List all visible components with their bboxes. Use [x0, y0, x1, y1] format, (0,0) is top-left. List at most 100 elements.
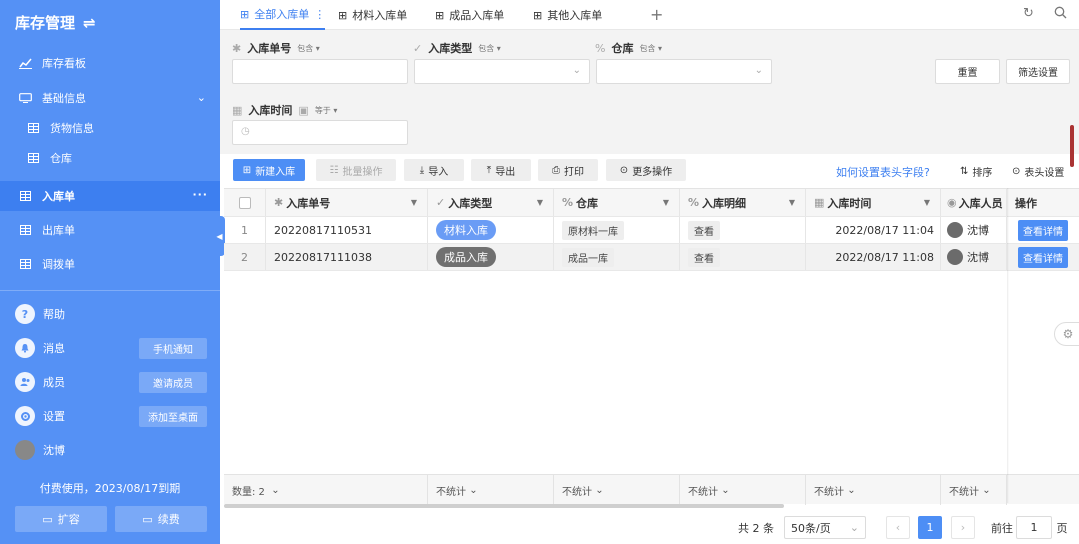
caret-down-icon[interactable]: ▼ — [924, 198, 930, 207]
add-tab-icon[interactable]: + — [650, 5, 663, 24]
current-page[interactable]: 1 — [918, 516, 942, 539]
sidebar-item-label: 调拨单 — [42, 258, 75, 271]
sidebar-help[interactable]: ? 帮助 — [0, 299, 220, 329]
filter-settings-button[interactable]: 筛选设置 — [1006, 59, 1070, 84]
sidebar-item-warehouse[interactable]: 仓库 — [0, 143, 220, 173]
sidebar-members[interactable]: 成员 邀请成员 — [0, 367, 220, 397]
sidebar-item-label: 入库单 — [42, 190, 75, 203]
checkbox[interactable] — [238, 196, 251, 209]
reset-button[interactable]: 重置 — [935, 59, 1000, 84]
chevron-down-icon: ⌄ — [849, 521, 859, 534]
cell-warehouse[interactable]: 成品一库 — [554, 244, 680, 270]
sort-button[interactable]: ⇅ 排序 — [960, 164, 992, 179]
caret-down-icon[interactable]: ▼ — [789, 198, 795, 207]
col-header-warehouse[interactable]: % 仓库 ▼ — [554, 189, 680, 216]
view-details-button[interactable]: 查看详情 — [1018, 246, 1068, 268]
cell-order-no[interactable]: 20220817110531 — [266, 217, 428, 243]
cell-detail[interactable]: 查看 — [680, 244, 806, 270]
col-header-label: 仓库 — [576, 196, 599, 210]
horizontal-scrollbar[interactable] — [224, 504, 784, 508]
export-button[interactable]: ⤒ 导出 — [471, 159, 531, 181]
col-header-detail[interactable]: % 入库明细 ▼ — [680, 189, 806, 216]
renew-button[interactable]: ▭ 续费 — [115, 506, 207, 532]
search-icon[interactable] — [1054, 6, 1067, 23]
add-to-desktop-button[interactable]: 添加至桌面 — [139, 406, 207, 427]
sidebar-item-goods[interactable]: 货物信息 — [0, 113, 220, 143]
tab-material-inbound[interactable]: ⊞ 材料入库单 — [338, 0, 407, 30]
select-all-checkbox[interactable] — [224, 189, 266, 216]
filter-warehouse-select[interactable]: ⌄ — [596, 59, 772, 84]
filter-op-select[interactable]: 包含 ▾ — [478, 43, 501, 54]
batch-operation-button[interactable]: ☷ 批量操作 — [316, 159, 396, 181]
filter-type-select[interactable]: ⌄ — [414, 59, 590, 84]
sidebar-messages[interactable]: 消息 手机通知 — [0, 333, 220, 363]
table-row[interactable]: 1 20220817110531 材料入库 原材料一库 查看 2022/08/1… — [224, 217, 1079, 244]
switch-icon[interactable]: ⇌ — [83, 14, 96, 32]
new-inbound-button[interactable]: ⊞ 新建入库 — [233, 159, 305, 181]
cell-type[interactable]: 成品入库 — [428, 244, 554, 270]
view-detail-link[interactable]: 查看 — [688, 247, 720, 267]
header-settings-button[interactable]: ⊙ 表头设置 — [1012, 164, 1064, 179]
table-row[interactable]: 2 20220817111038 成品入库 成品一库 查看 2022/08/17… — [224, 244, 1079, 271]
vertical-scrollbar[interactable] — [1070, 125, 1074, 167]
mobile-notify-button[interactable]: 手机通知 — [139, 338, 207, 359]
filter-op-value: 包含 — [297, 43, 314, 53]
filter-order-no-input[interactable] — [232, 59, 408, 84]
filter-panel: ✱ 入库单号 包含 ▾ ✓ 入库类型 包含 ▾ ⌄ % 仓库 包含 ▾ ⌄ 重置… — [220, 30, 1079, 154]
caret-down-icon[interactable]: ▼ — [537, 198, 543, 207]
footer-stat[interactable]: 不统计 ⌄ — [806, 475, 941, 505]
goto-page-input[interactable]: 1 — [1016, 516, 1052, 539]
cell-person[interactable]: 沈博 — [941, 217, 1007, 243]
next-page-button[interactable]: › — [951, 516, 975, 539]
more-icon[interactable]: ··· — [192, 188, 208, 201]
tab-product-inbound[interactable]: ⊞ 成品入库单 — [435, 0, 504, 30]
tab-all-inbound[interactable]: ⊞ 全部入库单 ⋮ — [240, 0, 326, 30]
invite-member-button[interactable]: 邀请成员 — [139, 372, 207, 393]
cell-order-no[interactable]: 20220817111038 — [266, 244, 428, 270]
footer-count[interactable]: 数量: 2 ⌄ — [224, 475, 428, 505]
goto-label: 前往 — [991, 521, 1013, 535]
table-icon: ⊞ — [338, 8, 348, 22]
caret-down-icon[interactable]: ▼ — [411, 198, 417, 207]
sidebar-item-basic-info[interactable]: 基础信息 ⌄ — [0, 83, 220, 113]
view-details-button[interactable]: 查看详情 — [1018, 219, 1068, 241]
cell-detail[interactable]: 查看 — [680, 217, 806, 243]
filter-op-select[interactable]: 包含 ▾ — [297, 43, 320, 54]
more-vertical-icon[interactable]: ⋮ — [314, 8, 325, 21]
refresh-icon[interactable]: ↻ — [1023, 6, 1034, 21]
sidebar-item-outbound[interactable]: 出库单 — [0, 215, 220, 245]
col-header-type[interactable]: ✓ 入库类型 ▼ — [428, 189, 554, 216]
more-actions-button[interactable]: ⊙ 更多操作 — [606, 159, 686, 181]
cell-time[interactable]: 2022/08/17 11:04 — [806, 217, 941, 243]
col-header-person[interactable]: ◉ 入库人员 — [941, 189, 1007, 216]
cell-person[interactable]: 沈博 — [941, 244, 1007, 270]
cell-time[interactable]: 2022/08/17 11:08 — [806, 244, 941, 270]
col-header-time[interactable]: ▦ 入库时间 ▼ — [806, 189, 941, 216]
sidebar-item-inbound[interactable]: 入库单 ··· — [0, 181, 220, 211]
filter-op-select[interactable]: 包含 ▾ — [639, 43, 662, 54]
sidebar-item-transfer[interactable]: 调拨单 — [0, 249, 220, 279]
header-help-link[interactable]: 如何设置表头字段? — [836, 164, 930, 180]
import-button[interactable]: ⤓ 导入 — [404, 159, 464, 181]
gear-icon[interactable]: ⚙ — [1054, 322, 1079, 346]
filter-op-select[interactable]: 等于 ▾ — [315, 105, 338, 116]
sidebar-user[interactable]: 沈博 — [0, 435, 220, 465]
print-button[interactable]: ⎙ 打印 — [538, 159, 598, 181]
footer-stat[interactable]: 不统计 ⌄ — [680, 475, 806, 505]
sidebar-settings[interactable]: 设置 添加至桌面 — [0, 401, 220, 431]
expand-capacity-button[interactable]: ▭ 扩容 — [15, 506, 107, 532]
footer-stat[interactable]: 不统计 ⌄ — [941, 475, 1007, 505]
tab-other-inbound[interactable]: ⊞ 其他入库单 — [533, 0, 602, 30]
footer-stat[interactable]: 不统计 ⌄ — [554, 475, 680, 505]
warehouse-tag: 成品一库 — [562, 247, 614, 267]
view-detail-link[interactable]: 查看 — [688, 220, 720, 240]
sidebar-item-dashboard[interactable]: 库存看板 — [0, 48, 220, 78]
filter-time-input[interactable]: ◷ — [232, 120, 408, 145]
prev-page-button[interactable]: ‹ — [886, 516, 910, 539]
col-header-order-no[interactable]: ✱ 入库单号 ▼ — [266, 189, 428, 216]
cell-warehouse[interactable]: 原材料一库 — [554, 217, 680, 243]
caret-down-icon[interactable]: ▼ — [663, 198, 669, 207]
footer-stat[interactable]: 不统计 ⌄ — [428, 475, 554, 505]
cell-type[interactable]: 材料入库 — [428, 217, 554, 243]
page-size-select[interactable]: 50条/页 ⌄ — [784, 516, 866, 539]
